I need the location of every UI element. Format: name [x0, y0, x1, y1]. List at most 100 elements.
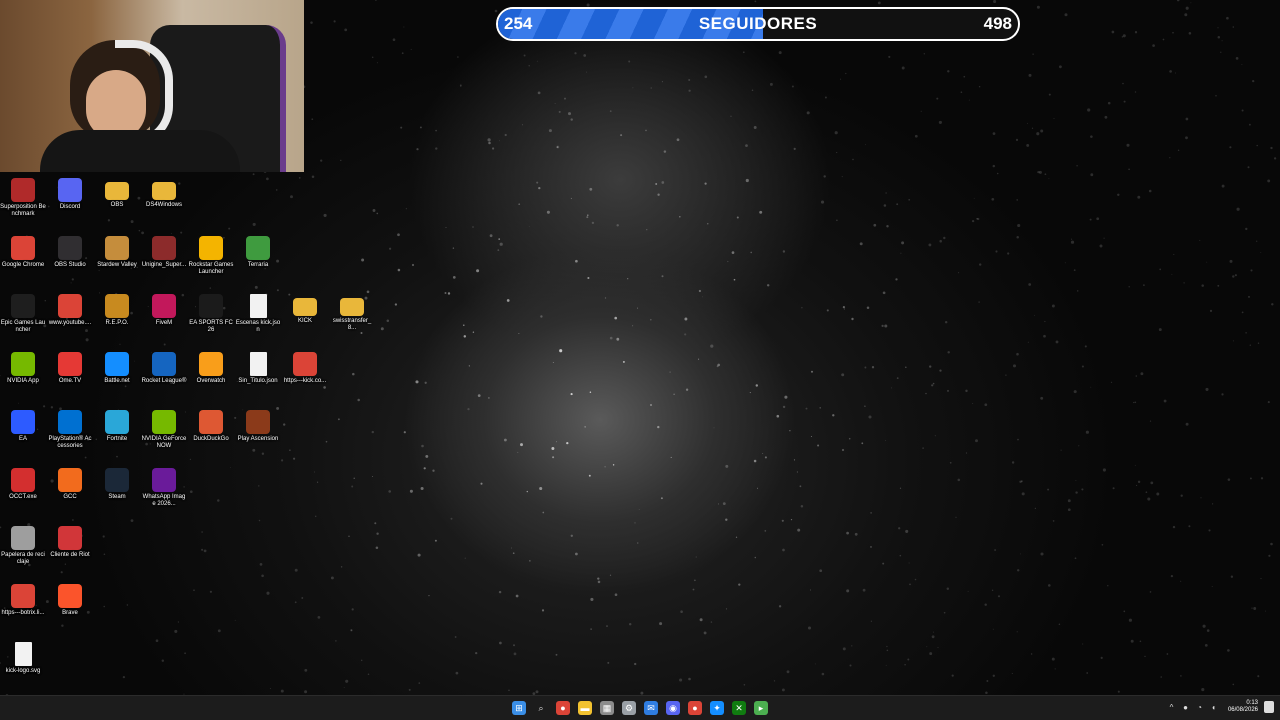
image-icon: [152, 468, 176, 492]
desktop-icon-label: KICK: [297, 318, 312, 324]
desktop-icon-label: Discord: [59, 204, 81, 210]
chrome-alt-icon[interactable]: ●: [688, 701, 702, 715]
desktop-icon[interactable]: Rocket League®: [141, 352, 187, 408]
desktop-icon-label: NVIDIA GeForce NOW: [141, 436, 187, 449]
desktop-icon-label: Rockstar Games Launcher: [188, 262, 234, 275]
desktop-icon[interactable]: kick-logo.svg: [0, 642, 46, 698]
desktop-icon[interactable]: GCC: [47, 468, 93, 524]
desktop-icon[interactable]: FiveM: [141, 294, 187, 350]
file-explorer-icon[interactable]: ▬: [578, 701, 592, 715]
file-icon: [14, 642, 32, 666]
chrome-file-icon: [11, 584, 35, 608]
desktop-icon-label: PlayStation® Accessories: [48, 436, 92, 449]
desktop-icon[interactable]: Battle.net: [94, 352, 140, 408]
desktop-icon[interactable]: EA: [0, 410, 46, 466]
search-icon[interactable]: ⌕: [534, 701, 548, 715]
geforcenow-icon: [152, 410, 176, 434]
battlenet-icon[interactable]: ✦: [710, 701, 724, 715]
desktop-icon[interactable]: Overwatch: [188, 352, 234, 408]
desktop-icon-label: Sin_Titulo.json: [238, 378, 278, 384]
ascension-icon: [246, 410, 270, 434]
desktop-icon[interactable]: KICK: [282, 294, 328, 350]
desktop-icon[interactable]: Escenas kick.json: [235, 294, 281, 350]
speaker-icon[interactable]: ◖: [1209, 703, 1218, 712]
fivem-icon: [152, 294, 176, 318]
desktop-icon[interactable]: Play Ascension: [235, 410, 281, 466]
desktop-icon[interactable]: https---kick.co...: [282, 352, 328, 408]
desktop-icon-label: EA: [18, 436, 27, 442]
desktop-icon[interactable]: https---botrix.li...: [0, 584, 46, 640]
desktop-icon[interactable]: PlayStation® Accessories: [47, 410, 93, 466]
fortnite-icon: [105, 410, 129, 434]
desktop-icon[interactable]: NVIDIA GeForce NOW: [141, 410, 187, 466]
desktop-icon-label: Play Ascension: [237, 436, 279, 442]
desktop-icon[interactable]: WhatsApp Image 2026...: [141, 468, 187, 524]
ometv-icon: [58, 352, 82, 376]
desktop-icon[interactable]: Sin_Titulo.json: [235, 352, 281, 408]
desktop-icon[interactable]: Stardew Valley: [94, 236, 140, 292]
desktop-icon[interactable]: Rockstar Games Launcher: [188, 236, 234, 292]
desktop-icon[interactable]: Google Chrome: [0, 236, 46, 292]
desktop-icon-label: swisstransfer_8...: [332, 318, 372, 331]
calendar-icon[interactable]: ▦: [600, 701, 614, 715]
terminal-icon[interactable]: ▸: [754, 701, 768, 715]
desktop-icon[interactable]: Brave: [47, 584, 93, 640]
folder-icon: [105, 182, 129, 200]
desktop-icon[interactable]: Unigine_Super...: [141, 236, 187, 292]
desktop-icon[interactable]: DS4Windows: [141, 178, 187, 234]
desktop-icon[interactable]: OBS Studio: [47, 236, 93, 292]
easports-icon: [199, 294, 223, 318]
desktop-icon-label: Papelera de reciclaje: [1, 552, 45, 565]
xbox-icon[interactable]: ✕: [732, 701, 746, 715]
chrome-file-icon: [293, 352, 317, 376]
desktop-icon[interactable]: Ome.TV: [47, 352, 93, 408]
settings-icon[interactable]: ⚙: [622, 701, 636, 715]
desktop-icon[interactable]: Epic Games Launcher: [0, 294, 46, 350]
desktop-icon-label: WhatsApp Image 2026...: [142, 494, 186, 507]
clock-time: 0:13: [1246, 700, 1258, 706]
desktop-icon-label: NVIDIA App: [7, 378, 39, 384]
terraria-icon: [246, 236, 270, 260]
windows-start-icon[interactable]: ⊞: [512, 701, 526, 715]
microphone-icon[interactable]: ●: [1181, 703, 1190, 712]
superposition-icon: [11, 178, 35, 202]
desktop-icon[interactable]: NVIDIA App: [0, 352, 46, 408]
desktop-icon[interactable]: EA SPORTS FC 26: [188, 294, 234, 350]
desktop-icon[interactable]: Papelera de reciclaje: [0, 526, 46, 582]
desktop-icon-label: OBS Studio: [54, 262, 86, 268]
wifi-icon[interactable]: ◔: [1195, 703, 1204, 712]
desktop-icon[interactable]: OBS: [94, 178, 140, 234]
gcc-icon: [58, 468, 82, 492]
steam-icon: [105, 468, 129, 492]
chrome-icon: [11, 236, 35, 260]
desktop-icon[interactable]: Terraria: [235, 236, 281, 292]
chevron-up-icon[interactable]: ^: [1167, 703, 1176, 712]
webcam-overlay: [0, 0, 304, 172]
desktop-icon-label: Fortnite: [106, 436, 128, 442]
folder-icon: [293, 298, 317, 316]
desktop-icon[interactable]: Fortnite: [94, 410, 140, 466]
chrome-file-icon: [58, 294, 82, 318]
desktop-icon[interactable]: Steam: [94, 468, 140, 524]
desktop-icon[interactable]: Discord: [47, 178, 93, 234]
desktop-icon[interactable]: swisstransfer_8...: [329, 294, 375, 350]
desktop-icon-label: Ome.TV: [58, 378, 82, 384]
notification-icon[interactable]: [1264, 701, 1274, 713]
desktop-icon-label: OCCT.exe: [9, 494, 37, 500]
desktop-icon[interactable]: OCCT.exe: [0, 468, 46, 524]
desktop-icon-label: Terraria: [247, 262, 269, 268]
desktop-icon[interactable]: Cliente de Riot: [47, 526, 93, 582]
desktop-icon[interactable]: R.E.P.O.: [94, 294, 140, 350]
desktop-icon[interactable]: DuckDuckGo: [188, 410, 234, 466]
mail-icon[interactable]: ✉: [644, 701, 658, 715]
rockstar-icon: [199, 236, 223, 260]
discord-icon[interactable]: ◉: [666, 701, 680, 715]
clock[interactable]: 0:13 06/08/2026: [1228, 700, 1258, 716]
playstation-icon: [58, 410, 82, 434]
desktop-icon[interactable]: www.youtube....: [47, 294, 93, 350]
chrome-icon[interactable]: ●: [556, 701, 570, 715]
brave-icon: [58, 584, 82, 608]
ea-icon: [11, 410, 35, 434]
desktop-icon[interactable]: Superposition Benchmark: [0, 178, 46, 234]
desktop-icon-label: Overwatch: [196, 378, 226, 384]
